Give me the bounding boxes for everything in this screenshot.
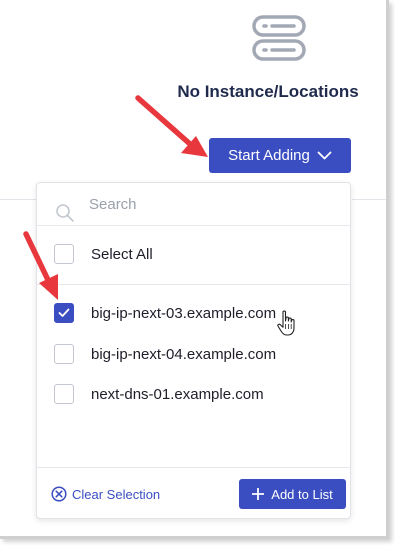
item-checkbox[interactable] xyxy=(54,384,74,404)
list-item[interactable]: big-ip-next-03.example.com xyxy=(54,302,276,324)
item-label: next-dns-01.example.com xyxy=(91,385,264,403)
item-label: big-ip-next-04.example.com xyxy=(91,345,277,363)
screenshot-frame: No Instance/Locations Start Adding Selec… xyxy=(0,0,389,539)
add-to-list-button[interactable]: Add to List xyxy=(239,479,346,509)
select-all-option[interactable]: Select All xyxy=(54,243,153,265)
instance-dropdown-panel: Select All big-ip-next-03.example.com bi… xyxy=(36,182,351,519)
divider-line xyxy=(352,199,386,200)
empty-state-title: No Instance/Locations xyxy=(177,82,359,101)
search-input[interactable] xyxy=(89,193,329,215)
search-row xyxy=(37,183,350,226)
select-all-checkbox[interactable] xyxy=(54,244,74,264)
option-divider xyxy=(37,284,350,285)
select-all-label: Select All xyxy=(91,245,153,263)
dropdown-footer: Clear Selection Add to List xyxy=(37,467,350,520)
add-to-list-label: Add to List xyxy=(271,486,333,502)
chevron-down-icon xyxy=(317,151,332,160)
hand-pointer-cursor-icon xyxy=(277,310,295,336)
item-checkbox[interactable] xyxy=(54,344,74,364)
item-checkbox-checked[interactable] xyxy=(54,303,74,323)
item-label: big-ip-next-03.example.com xyxy=(91,304,277,322)
server-stack-icon xyxy=(252,15,306,61)
checkmark-icon xyxy=(58,308,70,317)
divider-line xyxy=(0,199,36,200)
clear-selection-label: Clear Selection xyxy=(72,486,161,502)
clear-selection-button[interactable]: Clear Selection xyxy=(51,486,160,502)
clear-circle-x-icon xyxy=(51,486,67,502)
list-item[interactable]: big-ip-next-04.example.com xyxy=(54,343,276,365)
list-item[interactable]: next-dns-01.example.com xyxy=(54,383,264,405)
start-adding-button[interactable]: Start Adding xyxy=(209,138,351,173)
search-icon xyxy=(56,204,74,222)
plus-icon xyxy=(252,488,265,500)
start-adding-label: Start Adding xyxy=(228,147,310,164)
